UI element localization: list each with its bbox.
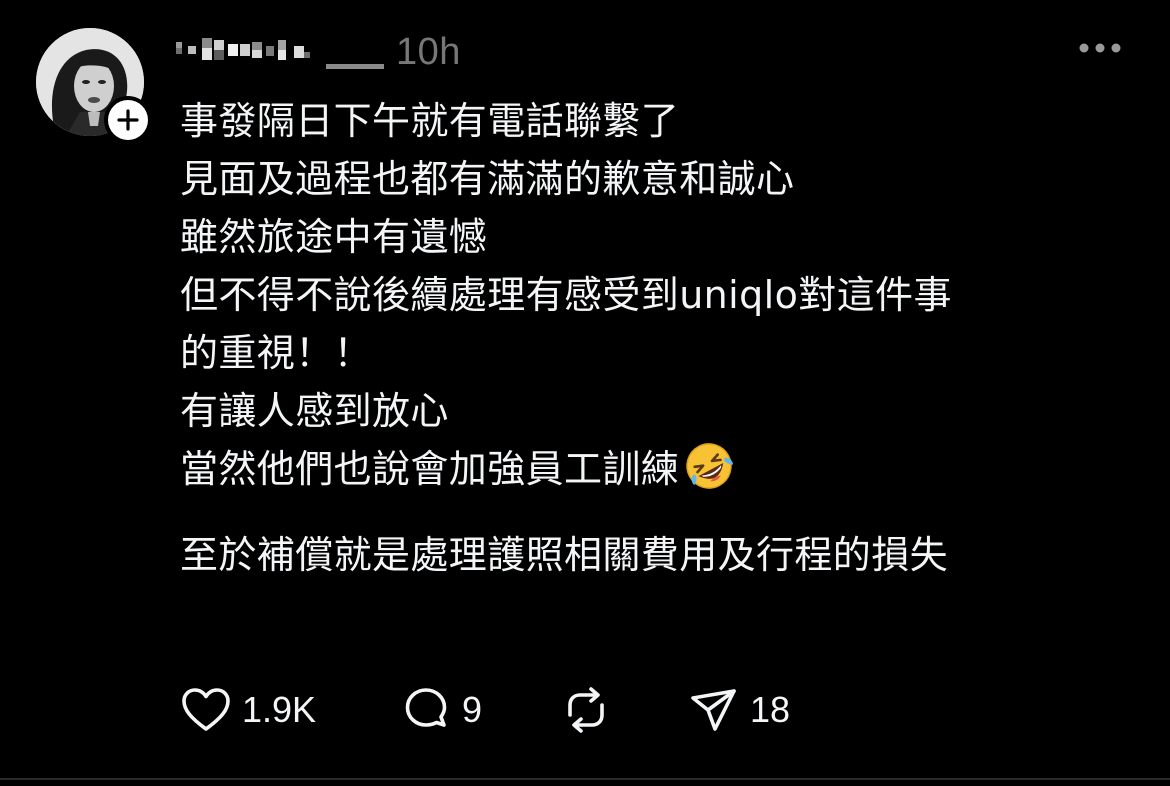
- send-icon: [688, 684, 740, 736]
- post-header: 10h: [172, 24, 461, 80]
- post-timestamp: 10h: [396, 30, 461, 73]
- post-text-line: 但不得不說後續處理有感受到uniqlo對這件事: [180, 273, 952, 317]
- post-text-line: 有讓人感到放心: [180, 389, 449, 433]
- comment-icon: [400, 684, 452, 736]
- post-divider: [0, 778, 1170, 780]
- author-avatar-container[interactable]: [36, 28, 152, 144]
- post-text-line: 雖然旅途中有遺憾: [180, 215, 488, 259]
- rolling-on-floor-laughing-emoji-icon: [686, 443, 734, 489]
- heart-icon: [180, 684, 232, 736]
- share-count: 18: [750, 689, 791, 730]
- post-content: 事發隔日下午就有電話聯繫了 見面及過程也都有滿滿的歉意和誠心 雖然旅途中有遺憾 …: [180, 92, 1120, 584]
- username-obscured[interactable]: [172, 32, 386, 72]
- repost-icon: [560, 684, 612, 736]
- reply-count: 9: [462, 689, 483, 730]
- post-text-line: 的重視！！: [180, 331, 373, 375]
- share-button[interactable]: 18: [688, 684, 848, 736]
- post-text-line: 見面及過程也都有滿滿的歉意和誠心: [180, 157, 795, 201]
- repost-button[interactable]: [560, 684, 688, 736]
- follow-button[interactable]: [104, 96, 152, 144]
- reply-button[interactable]: 9: [400, 684, 560, 736]
- more-options-button[interactable]: [1078, 38, 1122, 58]
- thread-post: 10h 事發隔日下午就有電話聯繫了 見面及過程也都有滿滿的歉意和誠心 雖然旅途中…: [0, 0, 1170, 778]
- more-horizontal-icon: [1079, 43, 1121, 53]
- like-count: 1.9K: [242, 689, 317, 730]
- post-text-span: 當然他們也說會加強員工訓練: [180, 447, 680, 491]
- post-text-line-with-emoji: 當然他們也說會加強員工訓練: [180, 440, 1120, 498]
- post-text-line: 事發隔日下午就有電話聯繫了: [180, 99, 680, 143]
- plus-icon: [117, 109, 139, 131]
- post-text-line: 至於補償就是處理護照相關費用及行程的損失: [180, 533, 949, 577]
- post-actions-bar: 1.9K 9 18: [180, 684, 848, 736]
- like-button[interactable]: 1.9K: [180, 684, 400, 736]
